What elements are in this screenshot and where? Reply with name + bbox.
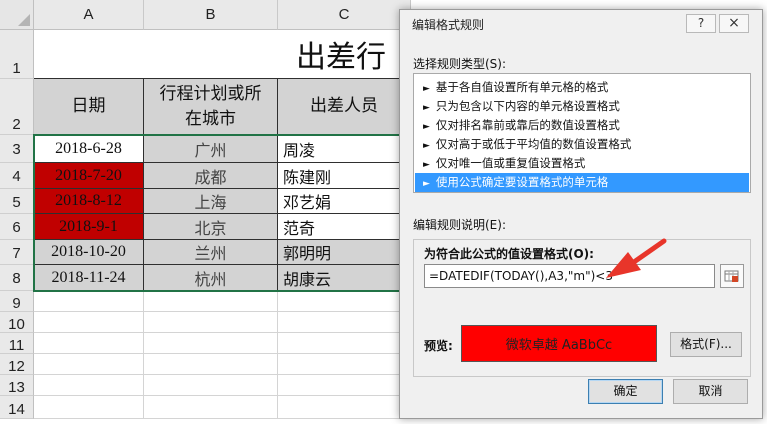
annotation-overlay [606,238,667,278]
red-arrow-icon [606,238,667,278]
